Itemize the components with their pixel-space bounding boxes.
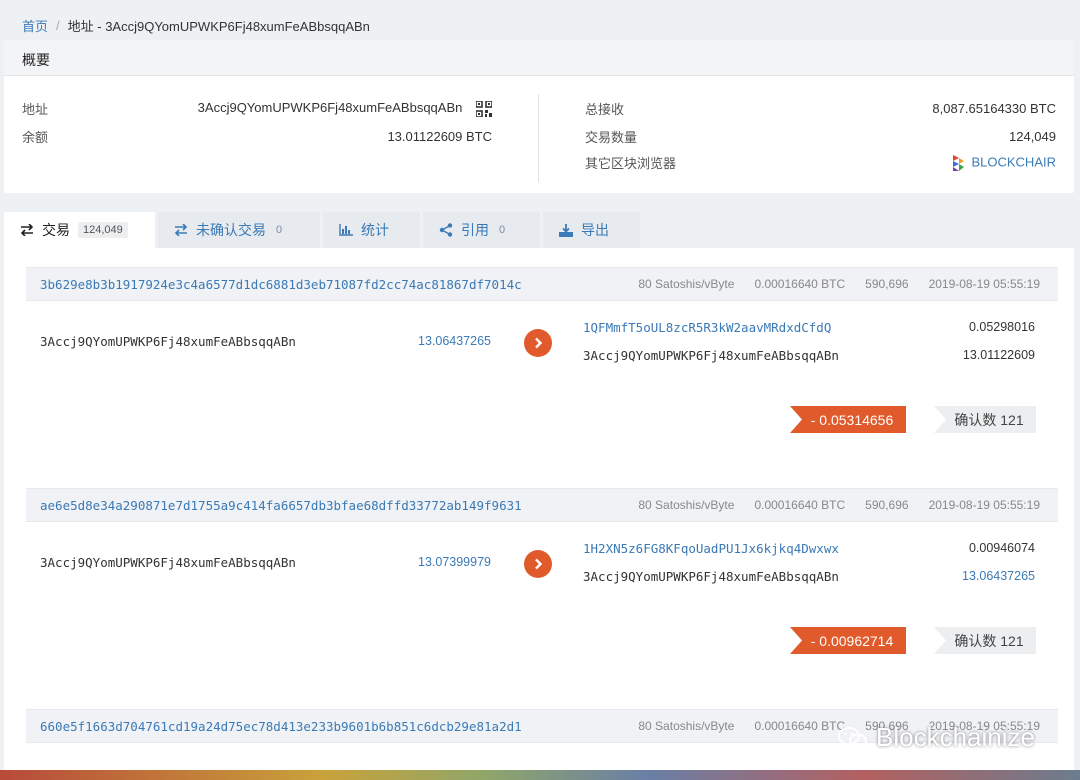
transaction-hash-link[interactable]: ae6e5d8e34a290871e7d1755a9c414fa6657db3b…: [40, 498, 618, 513]
breadcrumb: 首页 / 地址 - 3Accj9QYomUPWKP6Fj48xumFeABbsq…: [22, 16, 370, 35]
output-address-link[interactable]: 1QFMmfT5oUL8zcR5R3kW2aavMRdxdCfdQ: [583, 320, 831, 335]
total-received-row: 总接收 8,087.65164330 BTC: [585, 99, 1056, 118]
transfer-icon: [174, 224, 188, 236]
transaction-card: ae6e5d8e34a290871e7d1755a9c414fa6657db3b…: [26, 488, 1058, 674]
total-received-value: 8,087.65164330 BTC: [932, 101, 1056, 116]
output-row: 3Accj9QYomUPWKP6Fj48xumFeABbsqqABn 13.06…: [583, 569, 1035, 584]
tab-count: 0: [499, 224, 506, 236]
tab-bar: 交易 124,049 未确认交易 0 统计 引用 0 导出: [4, 212, 643, 248]
tx-count-row: 交易数量 124,049: [585, 127, 1056, 146]
tab-label: 统计: [361, 222, 389, 238]
transaction-body: 3Accj9QYomUPWKP6Fj48xumFeABbsqqABn 13.06…: [26, 301, 1058, 453]
transactions-panel: 3b629e8b3b1917924e3c4a6577d1dc6881d3eb71…: [4, 248, 1074, 780]
block-height: 590,696: [865, 498, 909, 512]
fee-rate: 80 Satoshis/vByte: [638, 719, 735, 733]
transaction-card: 3b629e8b3b1917924e3c4a6577d1dc6881d3eb71…: [26, 267, 1058, 453]
tx-count-value: 124,049: [1009, 129, 1056, 144]
watermark: Blockchainize: [838, 722, 1035, 753]
breadcrumb-current: 地址 - 3Accj9QYomUPWKP6Fj48xumFeABbsqqABn: [67, 19, 370, 34]
block-height: 590,696: [865, 277, 909, 291]
timestamp: 2019-08-19 05:55:19: [928, 277, 1040, 291]
tab-count-badge: 124,049: [78, 222, 128, 238]
output-amount: 0.00946074: [968, 541, 1035, 555]
balance-change-badge: - 0.00962714: [790, 627, 906, 654]
tab-count: 0: [276, 224, 283, 236]
total-received-label: 总接收: [585, 102, 625, 117]
blockchair-logo-icon: [951, 154, 965, 172]
output-address: 3Accj9QYomUPWKP6Fj48xumFeABbsqqABn: [583, 569, 839, 584]
input-address: 3Accj9QYomUPWKP6Fj48xumFeABbsqqABn: [40, 334, 296, 349]
tab-transactions[interactable]: 交易 124,049: [4, 212, 155, 248]
download-icon: [559, 223, 573, 237]
tab-label: 未确认交易: [196, 222, 266, 238]
balance-label: 余额: [22, 130, 49, 145]
blockchair-label: BLOCKCHAIR: [971, 153, 1056, 169]
bar-chart-icon: [339, 224, 353, 236]
explorers-label: 其它区块浏览器: [585, 156, 677, 171]
transfer-icon: [20, 224, 34, 236]
overview-card: 概要 地址 3Accj9QYomUPWKP6Fj48xumFeABbsqqABn: [4, 40, 1074, 193]
fee: 0.00016640 BTC: [754, 498, 846, 512]
transaction-header: ae6e5d8e34a290871e7d1755a9c414fa6657db3b…: [26, 488, 1058, 522]
qr-code-icon[interactable]: [475, 99, 493, 118]
breadcrumb-home-link[interactable]: 首页: [22, 16, 48, 35]
input-amount[interactable]: 13.06437265: [418, 334, 491, 348]
output-address-link[interactable]: 1H2XN5z6FG8KFqoUadPU1Jx6kjkq4Dwxwx: [583, 541, 839, 556]
fee: 0.00016640 BTC: [754, 277, 846, 291]
tab-label: 引用: [461, 222, 489, 238]
transaction-body: 3Accj9QYomUPWKP6Fj48xumFeABbsqqABn 13.07…: [26, 522, 1058, 674]
address-row: 地址 3Accj9QYomUPWKP6Fj48xumFeABbsqqABn: [22, 99, 493, 118]
tab-label: 导出: [581, 222, 609, 238]
output-row: 3Accj9QYomUPWKP6Fj48xumFeABbsqqABn 13.01…: [583, 348, 1035, 363]
overview-title: 概要: [4, 40, 1074, 76]
tab-references[interactable]: 引用 0: [423, 212, 540, 248]
overview-divider: [538, 94, 539, 182]
output-amount: 13.01122609: [962, 348, 1035, 362]
balance-row: 余额 13.01122609 BTC: [22, 127, 492, 146]
blockchair-link[interactable]: BLOCKCHAIR: [951, 154, 1056, 172]
fee: 0.00016640 BTC: [754, 719, 846, 733]
transaction-hash-link[interactable]: 3b629e8b3b1917924e3c4a6577d1dc6881d3eb71…: [40, 277, 618, 292]
transaction-hash-link[interactable]: 660e5f1663d704761cd19a24d75ec78d413e233b…: [40, 719, 618, 734]
output-row: 1QFMmfT5oUL8zcR5R3kW2aavMRdxdCfdQ 0.0529…: [583, 320, 1035, 335]
tx-count-label: 交易数量: [585, 130, 638, 145]
taskbar-strip: [0, 770, 1080, 780]
input-amount[interactable]: 13.07399979: [418, 555, 491, 569]
balance-change-badge: - 0.05314656: [790, 406, 906, 433]
breadcrumb-separator: /: [56, 18, 60, 33]
fee-rate: 80 Satoshis/vByte: [638, 277, 735, 291]
address-label: 地址: [22, 102, 49, 117]
explorers-row: 其它区块浏览器 BLOCKCHAIR: [585, 153, 1056, 172]
tab-unconfirmed[interactable]: 未确认交易 0: [158, 212, 320, 248]
arrow-right-icon: [524, 550, 552, 578]
fee-rate: 80 Satoshis/vByte: [638, 498, 735, 512]
output-address: 3Accj9QYomUPWKP6Fj48xumFeABbsqqABn: [583, 348, 839, 363]
tab-label: 交易: [42, 222, 70, 238]
watermark-text: Blockchainize: [876, 722, 1035, 752]
wechat-icon: [838, 726, 867, 748]
confirmations-badge: 确认数 121: [934, 627, 1036, 654]
tab-export[interactable]: 导出: [543, 212, 640, 248]
timestamp: 2019-08-19 05:55:19: [928, 498, 1040, 512]
balance-value: 13.01122609 BTC: [387, 129, 492, 144]
output-row: 1H2XN5z6FG8KFqoUadPU1Jx6kjkq4Dwxwx 0.009…: [583, 541, 1035, 556]
transaction-header: 3b629e8b3b1917924e3c4a6577d1dc6881d3eb71…: [26, 267, 1058, 301]
output-amount-link[interactable]: 13.06437265: [962, 569, 1035, 584]
share-icon: [439, 223, 453, 237]
output-amount: 0.05298016: [968, 320, 1035, 334]
tab-stats[interactable]: 统计: [323, 212, 420, 248]
confirmations-badge: 确认数 121: [934, 406, 1036, 433]
arrow-right-icon: [524, 329, 552, 357]
address-value: 3Accj9QYomUPWKP6Fj48xumFeABbsqqABn: [197, 100, 463, 116]
input-address: 3Accj9QYomUPWKP6Fj48xumFeABbsqqABn: [40, 555, 296, 570]
